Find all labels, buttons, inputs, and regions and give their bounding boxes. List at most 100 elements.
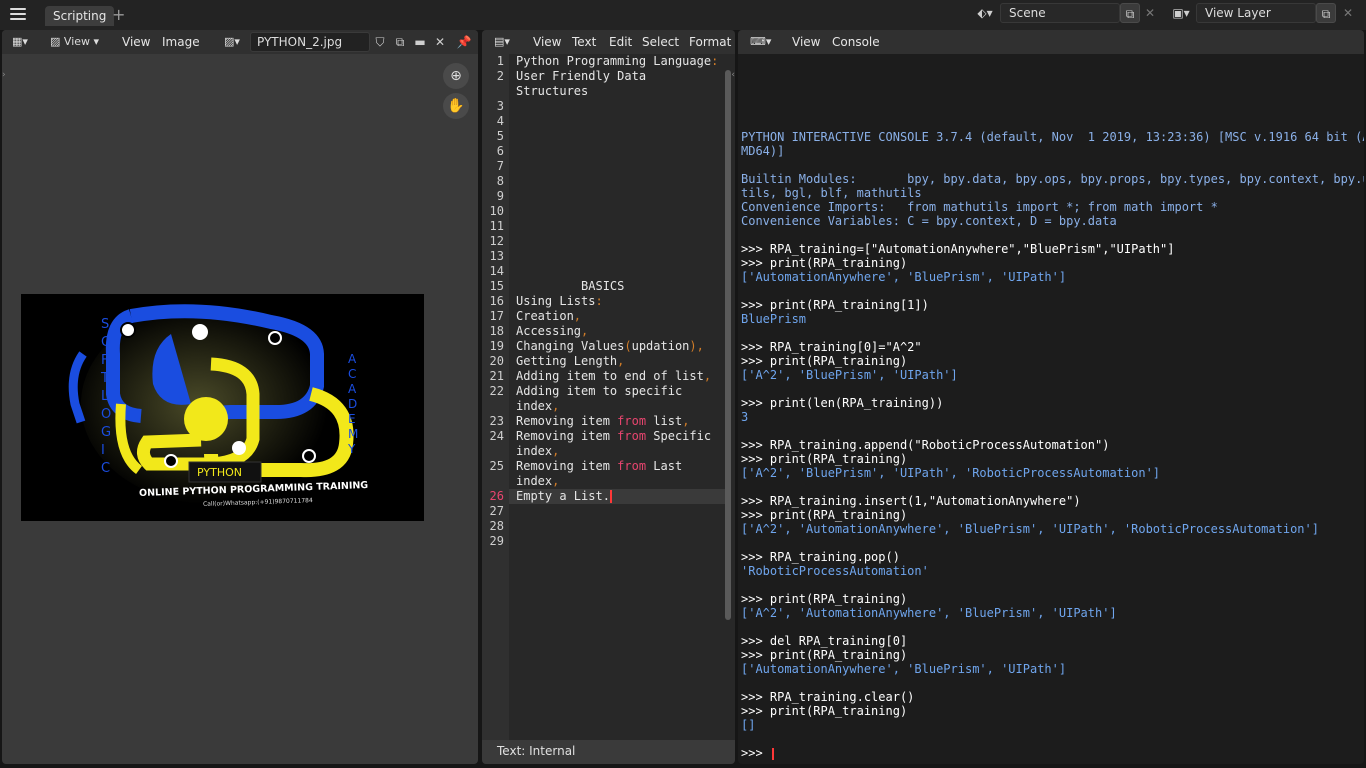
code-editor[interactable]: 1 Python Programming Language: 2 User Frien… [482, 54, 725, 740]
code-line: Removing item from list, [516, 414, 690, 428]
line-number: 6 [496, 144, 504, 158]
code-line: Creation, [516, 309, 582, 323]
editor-type-image-icon[interactable]: ▦▾ [8, 32, 40, 52]
line-number: 14 [489, 264, 504, 278]
pan-hand-icon[interactable]: ✋ [443, 93, 469, 119]
console-line: >>> RPA_training=["AutomationAnywhere","… [741, 242, 1175, 256]
editor-type-console-icon[interactable]: ⌨▾ [746, 32, 778, 52]
code-line: Accessing, [516, 324, 589, 338]
console-line: >>> RPA_training.pop() [741, 550, 900, 564]
editor-type-text-icon[interactable]: ▤▾ [490, 32, 522, 52]
console-header: ⌨▾ View Console [738, 30, 1364, 54]
line-number: 16 [489, 294, 504, 308]
workspace-tab-scripting[interactable]: Scripting [45, 6, 115, 26]
menu-select[interactable]: Select [642, 34, 679, 50]
image-name-field[interactable]: PYTHON_2.jpg [250, 32, 370, 52]
menu-format[interactable]: Format [689, 34, 731, 50]
console-line: >>> print(RPA_training) [741, 452, 908, 466]
view-layer-selector-icon[interactable]: ▣▾ [1168, 3, 1194, 23]
line-number: 9 [496, 189, 504, 203]
console-line: tils, bgl, blf, mathutils [741, 186, 922, 200]
console-line: >>> RPA_training.clear() [741, 690, 915, 704]
console-line: PYTHON INTERACTIVE CONSOLE 3.7.4 (defaul… [741, 130, 1364, 144]
scene-selector-icon[interactable]: ⬖▾ [972, 3, 998, 23]
console-prompt[interactable]: >>> [741, 746, 774, 760]
line-number: 18 [489, 324, 504, 338]
top-bar: Scripting + ⬖▾ Scene ⧉ ✕ ▣▾ View Layer ⧉… [0, 0, 1366, 30]
console-line: >>> RPA_training.append("RoboticProcessA… [741, 438, 1110, 452]
console-line: >>> print(RPA_training) [741, 354, 908, 368]
line-number: 4 [496, 114, 504, 128]
text-editor-header: ▤▾ View Text Edit Select Format [482, 30, 735, 54]
menu-text[interactable]: Text [572, 34, 596, 50]
console-line: ['A^2', 'BluePrism', 'UIPath'] [741, 368, 958, 382]
browse-image-icon[interactable]: ▨▾ [220, 32, 252, 52]
view-mode-label: View [63, 35, 91, 48]
text-source-label: Text: Internal [497, 744, 576, 758]
menu-image[interactable]: Image [162, 34, 200, 50]
hamburger-menu-icon[interactable] [10, 6, 26, 22]
picture-right-vertical-text: ACADEMY [348, 352, 359, 456]
text-editor-area: ▤▾ View Text Edit Select Format 1 Python … [482, 30, 735, 764]
view-mode-dropdown[interactable]: ▨ View ▾ [46, 32, 110, 52]
duplicate-image-icon[interactable]: ⧉ [390, 32, 410, 52]
console-line: 'RoboticProcessAutomation' [741, 564, 929, 578]
console-line: BluePrism [741, 312, 807, 326]
console-line: Convenience Variables: C = bpy.context, … [741, 214, 1117, 228]
code-line: Removing item from Last [516, 459, 683, 473]
code-line: Changing Values(updation), [516, 339, 704, 353]
new-scene-icon[interactable]: ⧉ [1120, 3, 1140, 23]
line-number: 3 [496, 99, 504, 113]
console-cursor [771, 747, 774, 760]
line-number: 25 [489, 459, 504, 473]
console-output[interactable]: PYTHON INTERACTIVE CONSOLE 3.7.4 (defaul… [741, 54, 1364, 764]
prompt-label: >>> [741, 746, 770, 760]
text-scrollbar[interactable] [725, 70, 731, 620]
view-layer-name-field[interactable]: View Layer [1196, 3, 1316, 23]
code-line: Python Programming Language: [516, 54, 719, 68]
scene-name-field[interactable]: Scene [1000, 3, 1120, 23]
line-number: 28 [489, 519, 504, 533]
new-view-layer-icon[interactable]: ⧉ [1316, 3, 1336, 23]
unlink-image-icon[interactable]: ✕ [430, 32, 450, 52]
python-console-area: ⌨▾ View Console PYTHON INTERACTIVE CONSO… [738, 30, 1364, 764]
sidebar-toggle-chevron-icon[interactable]: ‹ [731, 70, 735, 80]
delete-view-layer-icon[interactable]: ✕ [1338, 3, 1358, 23]
text-cursor [609, 490, 612, 503]
line-number: 20 [489, 354, 504, 368]
open-image-folder-icon[interactable]: ▬ [410, 32, 430, 52]
line-number: 19 [489, 339, 504, 353]
menu-view[interactable]: View [792, 34, 820, 50]
code-line: Structures [516, 84, 589, 98]
menu-view[interactable]: View [122, 34, 150, 50]
line-number: 17 [489, 309, 504, 323]
pin-icon[interactable]: 📌 [454, 32, 474, 52]
console-line: MD64)] [741, 144, 785, 158]
code-line: index, [516, 444, 560, 458]
console-line: ['AutomationAnywhere', 'BluePrism', 'UIP… [741, 270, 1067, 284]
image-mode-icon: ▨ [50, 35, 61, 48]
line-number: 2 [496, 69, 504, 83]
console-line: >>> RPA_training[0]="A^2" [741, 340, 922, 354]
code-line: Getting Length, [516, 354, 625, 368]
zoom-icon[interactable]: ⊕ [443, 63, 469, 89]
expand-toolbar-chevron-icon[interactable]: › [2, 70, 8, 80]
picture-banner-text: PYTHON [197, 466, 242, 479]
menu-view[interactable]: View [533, 34, 561, 50]
menu-edit[interactable]: Edit [609, 34, 632, 50]
console-line: ['AutomationAnywhere', 'BluePrism', 'UIP… [741, 662, 1067, 676]
line-number: 5 [496, 129, 504, 143]
console-line: [] [741, 718, 756, 732]
add-workspace-button[interactable]: + [112, 5, 125, 25]
console-line: >>> print(RPA_training) [741, 648, 908, 662]
console-line: Builtin Modules: bpy, bpy.data, bpy.ops,… [741, 172, 1364, 186]
line-number: 23 [489, 414, 504, 428]
text-editor-footer: Text: Internal [482, 740, 735, 764]
delete-scene-icon[interactable]: ✕ [1140, 3, 1160, 23]
code-line: User Friendly Data [516, 69, 647, 83]
menu-console[interactable]: Console [832, 34, 880, 50]
line-number: 24 [489, 429, 504, 443]
line-number: 12 [489, 234, 504, 248]
fake-user-shield-icon[interactable]: ⛉ [370, 32, 390, 52]
console-line: >>> print(RPA_training) [741, 704, 908, 718]
